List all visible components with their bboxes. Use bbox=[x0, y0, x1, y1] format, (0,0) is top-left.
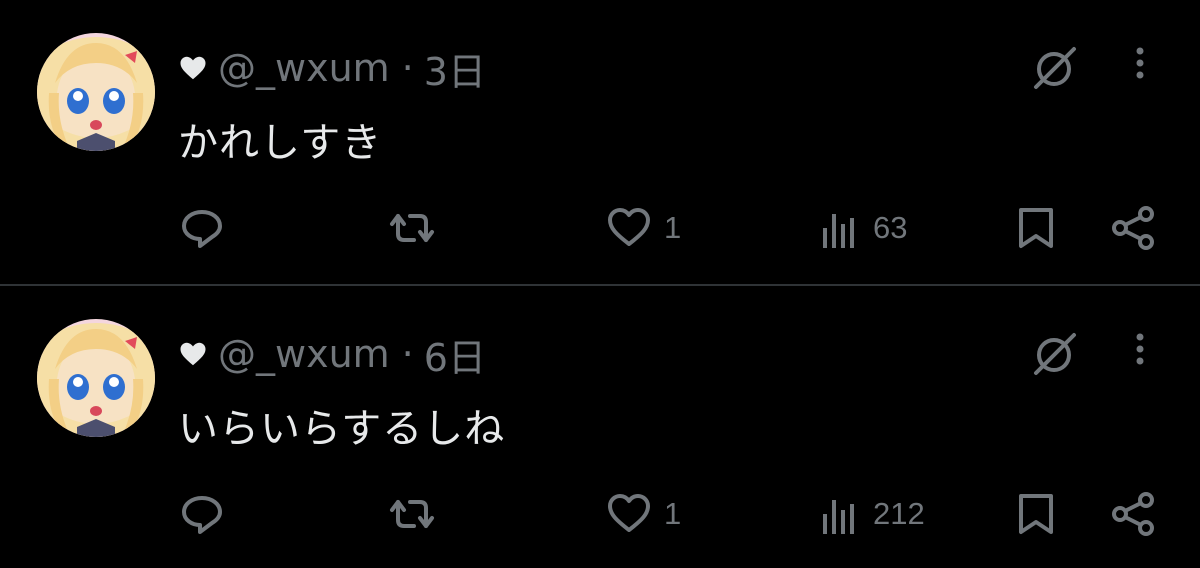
heart-outline-icon bbox=[608, 208, 650, 246]
user-handle[interactable]: @_wxum bbox=[218, 46, 390, 90]
like-count: 1 bbox=[664, 496, 682, 531]
tweet-meta: @_wxum · 6日 bbox=[178, 330, 486, 380]
like-count: 1 bbox=[664, 210, 682, 245]
meta-separator: · bbox=[401, 332, 414, 376]
retweet-button[interactable] bbox=[384, 200, 440, 256]
bookmark-icon bbox=[1019, 494, 1053, 534]
view-count: 212 bbox=[873, 496, 925, 531]
retweet-icon bbox=[390, 500, 434, 528]
timestamp[interactable]: 3日 bbox=[424, 41, 486, 96]
heart-icon bbox=[180, 342, 206, 366]
meta-separator: · bbox=[401, 46, 414, 90]
share-icon bbox=[1112, 492, 1154, 536]
share-icon bbox=[1112, 206, 1154, 250]
tweet[interactable]: @_wxum · 6日 いらいらするしね 1 212 bbox=[0, 286, 1200, 568]
reply-button[interactable] bbox=[178, 486, 226, 542]
avatar[interactable] bbox=[37, 33, 155, 151]
tweet-actions: 1 212 bbox=[0, 486, 1200, 542]
bookmark-icon bbox=[1019, 208, 1053, 248]
tweet-meta: @_wxum · 3日 bbox=[178, 44, 486, 94]
grok-icon bbox=[1034, 333, 1076, 375]
views-icon bbox=[823, 214, 854, 248]
timestamp[interactable]: 6日 bbox=[424, 327, 486, 382]
more-icon bbox=[1136, 333, 1144, 365]
heart-icon bbox=[180, 56, 206, 80]
user-handle[interactable]: @_wxum bbox=[218, 332, 390, 376]
grok-button[interactable] bbox=[1030, 45, 1080, 91]
share-button[interactable] bbox=[1108, 200, 1160, 256]
heart-outline-icon bbox=[608, 494, 650, 532]
bookmark-button[interactable] bbox=[1014, 486, 1058, 542]
tweet-text: かれしすき bbox=[178, 120, 383, 166]
tweet[interactable]: @_wxum · 3日 かれしすき 1 63 bbox=[0, 0, 1200, 284]
more-options-button[interactable] bbox=[1124, 45, 1156, 85]
views-button[interactable]: 212 bbox=[819, 486, 925, 542]
tweet-text: いらいらするしね bbox=[178, 406, 506, 452]
retweet-icon bbox=[390, 214, 434, 242]
more-icon bbox=[1136, 47, 1144, 79]
avatar[interactable] bbox=[37, 319, 155, 437]
more-options-button[interactable] bbox=[1124, 331, 1156, 371]
like-button[interactable]: 1 bbox=[604, 200, 681, 256]
share-button[interactable] bbox=[1108, 486, 1160, 542]
grok-icon bbox=[1034, 47, 1076, 89]
reply-icon bbox=[182, 496, 222, 534]
tweet-actions: 1 63 bbox=[0, 200, 1200, 256]
views-icon bbox=[823, 500, 854, 534]
reply-icon bbox=[182, 210, 222, 248]
views-button[interactable]: 63 bbox=[819, 200, 907, 256]
view-count: 63 bbox=[873, 210, 908, 245]
reply-button[interactable] bbox=[178, 200, 226, 256]
bookmark-button[interactable] bbox=[1014, 200, 1058, 256]
retweet-button[interactable] bbox=[384, 486, 440, 542]
grok-button[interactable] bbox=[1030, 331, 1080, 377]
like-button[interactable]: 1 bbox=[604, 486, 681, 542]
